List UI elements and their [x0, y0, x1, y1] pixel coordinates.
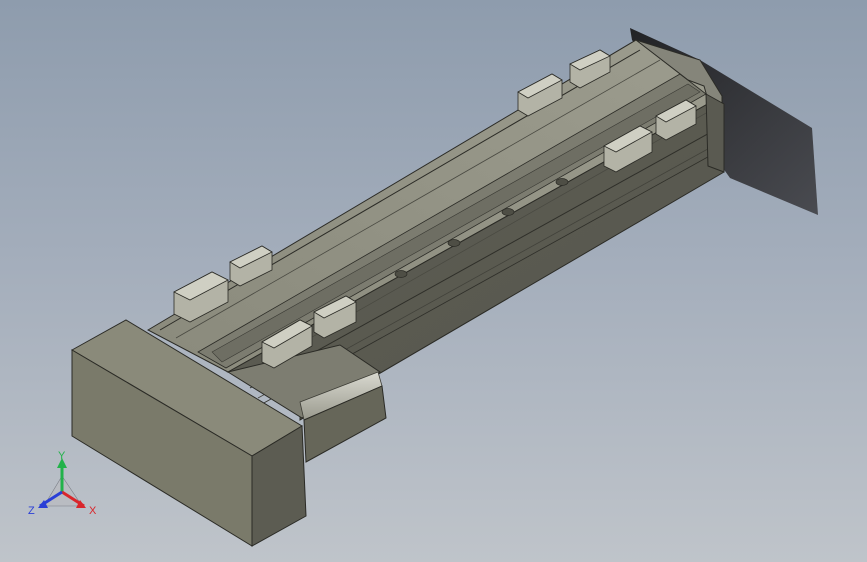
model-view[interactable] — [0, 0, 867, 562]
y-axis-label: Y — [58, 450, 66, 462]
mounting-hole — [501, 208, 515, 216]
x-axis-label: X — [89, 505, 97, 517]
coordinate-triad: Y X Z — [28, 450, 97, 517]
mounting-hole — [555, 178, 569, 186]
graphics-viewport[interactable]: Y X Z — [0, 0, 867, 562]
mounting-hole — [394, 270, 408, 278]
end-cap-side — [705, 93, 725, 173]
z-axis-label: Z — [28, 505, 35, 517]
mounting-hole — [447, 239, 461, 247]
